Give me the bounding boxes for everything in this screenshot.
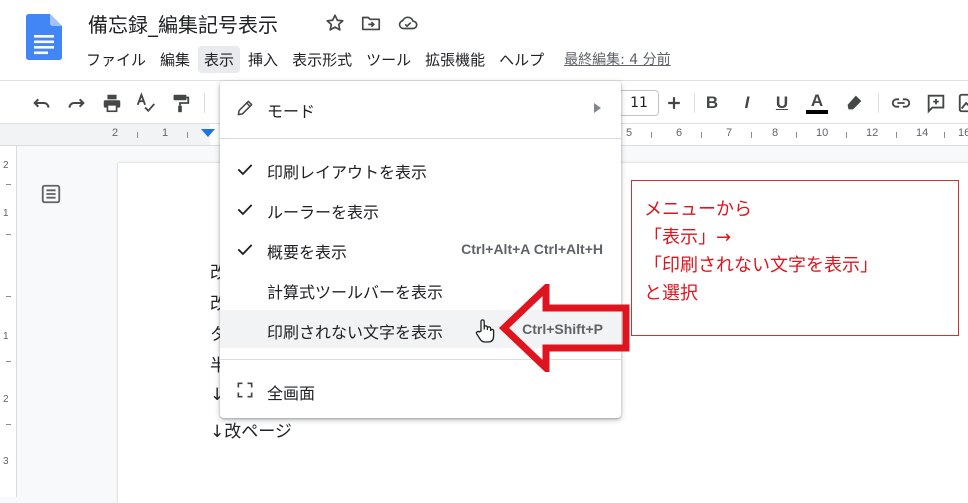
menu-edit[interactable]: 編集 — [154, 46, 196, 73]
text-color-icon[interactable]: A — [805, 91, 829, 115]
highlight-icon[interactable] — [842, 91, 866, 115]
plus-icon[interactable] — [662, 91, 686, 115]
annotation-line: と選択 — [644, 283, 698, 304]
menu-file[interactable]: ファイル — [80, 46, 152, 73]
image-icon[interactable] — [956, 91, 968, 115]
menu-item-print-layout[interactable]: 印刷レイアウトを表示 — [220, 150, 621, 188]
menu-insert[interactable]: 挿入 — [242, 46, 284, 73]
indent-marker[interactable] — [201, 129, 215, 137]
cloud-status-icon[interactable] — [397, 12, 419, 34]
last-edit-link[interactable]: 最終編集: 4 分前 — [564, 49, 671, 69]
hand-cursor-icon — [475, 319, 495, 343]
submenu-arrow-icon — [594, 103, 601, 113]
menu-item-show-outline[interactable]: 概要を表示 Ctrl+Alt+A Ctrl+Alt+H — [220, 230, 621, 268]
menu-help[interactable]: ヘルプ — [493, 46, 550, 73]
bold-icon[interactable]: B — [700, 91, 724, 115]
check-icon — [237, 164, 253, 176]
vertical-ruler[interactable]: 2 1 1 2 3 — [0, 146, 17, 497]
document-title[interactable]: 備忘録_編集記号表示 — [88, 9, 278, 38]
check-icon — [237, 204, 253, 216]
menu-extensions[interactable]: 拡張機能 — [419, 46, 491, 73]
pencil-icon — [237, 100, 253, 116]
document-outline-icon[interactable] — [40, 183, 62, 205]
docs-logo-icon[interactable] — [26, 14, 62, 60]
undo-icon[interactable] — [30, 91, 54, 115]
paint-format-icon[interactable] — [168, 91, 192, 115]
annotation-arrow-icon — [498, 284, 630, 372]
menu-item-show-ruler[interactable]: ルーラーを表示 — [220, 190, 621, 228]
star-icon[interactable] — [324, 12, 346, 34]
text-color-bar — [806, 110, 828, 114]
spellcheck-icon[interactable] — [134, 91, 158, 115]
menu-view[interactable]: 表示 — [198, 45, 241, 73]
italic-icon[interactable]: I — [735, 91, 759, 115]
shortcut-hint: Ctrl+Alt+A Ctrl+Alt+H — [461, 241, 603, 257]
doc-line[interactable]: ↓改ページ — [210, 417, 292, 442]
text-color-letter: A — [810, 91, 824, 110]
annotation-line: 「印刷されない文字を表示」 — [644, 255, 878, 276]
annotation-line: 「表示」→ — [644, 227, 732, 248]
fullscreen-icon — [237, 382, 253, 398]
move-folder-icon[interactable] — [360, 12, 382, 34]
menu-bar: ファイル 編集 表示 挿入 表示形式 ツール 拡張機能 ヘルプ 最終編集: 4 … — [80, 44, 671, 74]
font-size-input[interactable]: 11 — [619, 90, 659, 116]
print-icon[interactable] — [100, 91, 124, 115]
annotation-line: メニューから — [644, 199, 752, 220]
menu-format[interactable]: 表示形式 — [286, 46, 358, 73]
app-header: 備忘録_編集記号表示 ファイル 編集 表示 挿入 表示形式 ツール 拡張機能 ヘ… — [0, 0, 968, 80]
check-icon — [237, 244, 253, 256]
link-icon[interactable] — [889, 91, 913, 115]
menu-tools[interactable]: ツール — [360, 46, 417, 73]
underline-icon[interactable]: U — [770, 91, 794, 115]
menu-item-mode[interactable]: モード — [220, 89, 621, 127]
redo-icon[interactable] — [64, 91, 88, 115]
comment-icon[interactable] — [924, 91, 948, 115]
menu-item-fullscreen[interactable]: 全画面 — [220, 371, 621, 409]
annotation-box: メニューから 「表示」→ 「印刷されない文字を表示」 と選択 — [631, 180, 959, 336]
